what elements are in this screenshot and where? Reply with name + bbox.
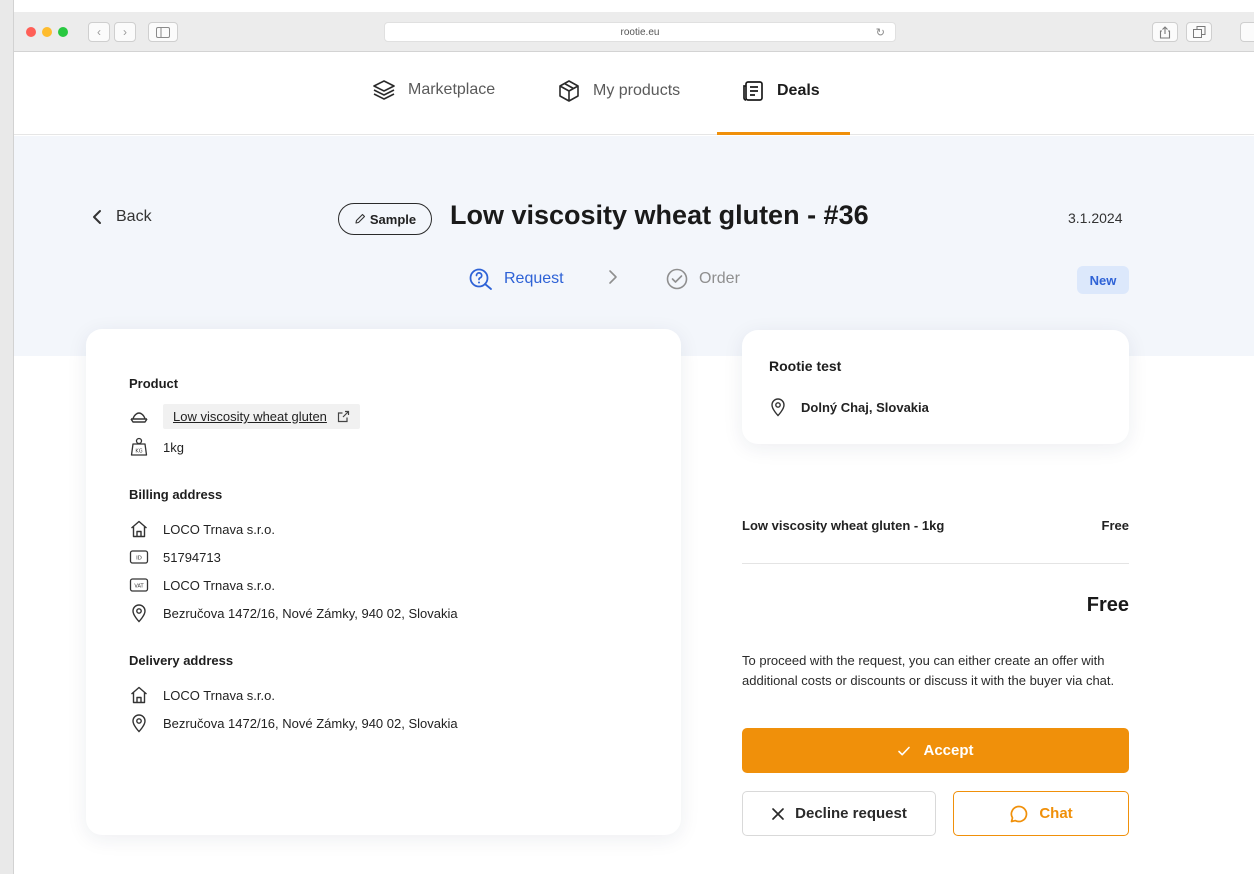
billing-company-id: 51794713 — [163, 549, 221, 565]
page-title: Low viscosity wheat gluten - #36 — [450, 200, 869, 230]
chat-label: Chat — [1039, 805, 1073, 822]
order-total: Free — [1086, 594, 1129, 616]
decline-label: Decline request — [795, 805, 907, 822]
browser-back-button[interactable]: ‹ — [88, 22, 110, 42]
chevron-left-icon — [93, 210, 101, 224]
close-window-button[interactable] — [26, 27, 36, 37]
chat-bubble-icon — [1010, 805, 1028, 822]
delivery-company-row: LOCO Trnava s.r.o. — [129, 685, 275, 705]
deal-header — [14, 136, 1254, 356]
main-navigation: Marketplace My products Deals — [14, 52, 1254, 135]
tabs-button[interactable] — [1186, 22, 1212, 42]
sample-badge: Sample — [338, 203, 432, 235]
billing-address: Bezručova 1472/16, Nové Zámky, 940 02, S… — [163, 605, 458, 621]
product-name: Low viscosity wheat gluten — [173, 409, 327, 424]
window-controls — [26, 27, 68, 37]
billing-company-row: LOCO Trnava s.r.o. — [129, 519, 275, 539]
nav-label-my-products: My products — [593, 82, 681, 99]
tabs-icon — [1192, 26, 1205, 38]
billing-id-row: ID 51794713 — [129, 547, 221, 567]
check-circle-icon — [666, 268, 688, 290]
billing-vat-name: LOCO Trnava s.r.o. — [163, 577, 275, 593]
step-chevron-icon — [607, 268, 619, 291]
back-label: Back — [116, 208, 152, 225]
document-list-icon — [743, 81, 763, 101]
deal-date: 3.1.2024 — [1068, 210, 1123, 226]
back-button[interactable]: Back — [92, 208, 152, 226]
product-quantity: 1kg — [163, 439, 184, 455]
layers-icon — [373, 80, 395, 100]
company-id-icon: ID — [129, 547, 149, 567]
request-info-text: To proceed with the request, you can eit… — [742, 653, 1115, 688]
accept-label: Accept — [923, 742, 974, 759]
new-tab-button[interactable] — [1240, 22, 1254, 42]
nav-label-deals: Deals — [777, 82, 820, 99]
bowl-icon — [129, 407, 149, 427]
sidebar-toggle-button[interactable] — [148, 22, 178, 42]
product-section-label: Product — [129, 376, 179, 391]
close-icon — [772, 807, 784, 820]
billing-address-row: Bezručova 1472/16, Nové Zámky, 940 02, S… — [129, 603, 458, 623]
line-item-label: Low viscosity wheat gluten - 1kg — [742, 518, 945, 533]
sample-badge-label: Sample — [369, 211, 417, 227]
home-icon — [129, 685, 149, 705]
step-request-label: Request — [504, 270, 564, 287]
product-link[interactable]: Low viscosity wheat gluten — [163, 404, 360, 429]
location-pin-icon — [129, 713, 149, 733]
product-row: Low viscosity wheat gluten — [129, 404, 360, 429]
sidebar-icon — [156, 26, 170, 38]
url-text: rootie.eu — [620, 26, 660, 38]
external-link-icon — [337, 410, 350, 423]
active-tab-indicator — [717, 132, 850, 135]
nav-item-my-products[interactable]: My products — [557, 79, 680, 103]
window-edge — [0, 0, 14, 874]
weight-icon: KG — [129, 437, 149, 457]
seller-location-text: Dolný Chaj, Slovakia — [801, 399, 929, 415]
nav-label-marketplace: Marketplace — [408, 81, 496, 98]
check-icon — [898, 746, 911, 755]
deal-details-card: Product Low viscosity wheat gluten KG 1k… — [86, 329, 681, 835]
delivery-section-label: Delivery address — [129, 653, 234, 668]
nav-item-deals[interactable]: Deals — [741, 79, 820, 103]
share-icon — [1159, 25, 1171, 39]
minimize-window-button[interactable] — [42, 27, 52, 37]
step-order-label: Order — [699, 270, 740, 287]
summary-divider — [742, 563, 1129, 564]
box-icon — [559, 80, 579, 102]
status-badge: New — [1077, 266, 1129, 294]
vat-icon: VAT — [129, 575, 149, 595]
request-question-icon — [469, 268, 492, 290]
delivery-company: LOCO Trnava s.r.o. — [163, 687, 275, 703]
accept-button[interactable]: Accept — [742, 728, 1129, 773]
pencil-icon — [355, 213, 365, 224]
svg-text:KG: KG — [135, 449, 142, 455]
step-request: Request — [468, 267, 564, 291]
svg-text:VAT: VAT — [134, 584, 144, 590]
reload-icon[interactable]: ↻ — [876, 26, 885, 39]
browser-forward-button[interactable]: › — [114, 22, 136, 42]
decline-request-button[interactable]: Decline request — [742, 791, 936, 836]
delivery-address: Bezručova 1472/16, Nové Zámky, 940 02, S… — [163, 715, 458, 731]
address-bar[interactable]: rootie.eu ↻ — [384, 22, 896, 42]
line-item-price: Free — [1101, 518, 1129, 533]
svg-text:ID: ID — [136, 556, 142, 562]
seller-location: Dolný Chaj, Slovakia — [769, 397, 929, 417]
seller-card: Rootie test Dolný Chaj, Slovakia — [742, 330, 1129, 444]
location-pin-icon — [129, 603, 149, 623]
billing-company: LOCO Trnava s.r.o. — [163, 521, 275, 537]
order-line-item: Low viscosity wheat gluten - 1kg Free — [742, 518, 1129, 533]
step-order: Order — [665, 267, 740, 291]
browser-toolbar: ‹ › rootie.eu ↻ — [14, 12, 1254, 52]
seller-name: Rootie test — [769, 358, 842, 374]
billing-section-label: Billing address — [129, 487, 223, 502]
quantity-row: KG 1kg — [129, 437, 184, 457]
share-button[interactable] — [1152, 22, 1178, 42]
home-icon — [129, 519, 149, 539]
billing-vat-row: VAT LOCO Trnava s.r.o. — [129, 575, 275, 595]
maximize-window-button[interactable] — [58, 27, 68, 37]
chat-button[interactable]: Chat — [953, 791, 1129, 836]
delivery-address-row: Bezručova 1472/16, Nové Zámky, 940 02, S… — [129, 713, 458, 733]
nav-item-marketplace[interactable]: Marketplace — [372, 79, 495, 101]
location-pin-icon — [771, 398, 785, 417]
